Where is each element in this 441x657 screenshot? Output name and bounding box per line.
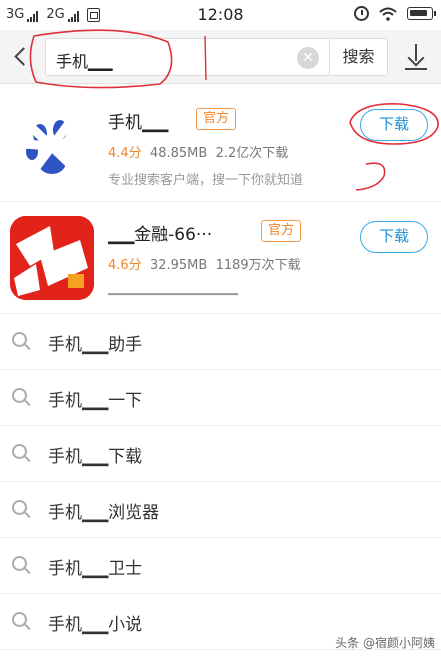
official-badge: 官方 (261, 220, 302, 242)
app-name: 手机▁▁ (108, 113, 169, 133)
app-rating: 4.6分 (108, 258, 142, 273)
search-icon (12, 388, 31, 407)
suggestion-item[interactable]: 手机▁▁卫士 (0, 538, 441, 594)
back-arrow-icon (14, 47, 33, 66)
app-name: ▁▁金融-66··· (108, 225, 213, 245)
suggestion-text: 手机▁▁小说 (48, 615, 143, 635)
paw-logo-icon (10, 104, 94, 188)
app-item[interactable]: ▁▁金融-66··· 官方 4.6分 32.95MB 1189万次下载 ▁▁▁▁… (0, 202, 441, 314)
search-icon (12, 332, 31, 351)
search-icon (12, 556, 31, 575)
suggestion-item[interactable]: 手机▁▁下载 (0, 426, 441, 482)
app-size: 32.95MB (149, 258, 208, 273)
battery-icon (407, 7, 436, 20)
suggestion-item[interactable]: 手机▁▁一下 (0, 370, 441, 426)
suggestion-text: 手机▁▁卫士 (48, 559, 143, 579)
search-input[interactable]: 手机▁▁ ✕ (45, 38, 330, 76)
official-badge: 官方 (196, 108, 237, 130)
suggestion-text: 手机▁▁一下 (48, 391, 143, 411)
app-description: 专业搜索客户端，搜一下你就知道 (108, 173, 304, 188)
app-icon (10, 216, 94, 300)
app-downloads: 1189万次下载 (215, 258, 301, 273)
app-icon (10, 104, 94, 188)
suggestion-item[interactable]: 手机▁▁浏览器 (0, 482, 441, 538)
finance-logo-icon (10, 216, 94, 300)
app-description: ▁▁▁▁▁▁▁▁▁▁▁▁▁ (108, 281, 238, 296)
search-header: 手机▁▁ ✕ 搜索 (0, 30, 441, 84)
app-downloads: 2.2亿次下载 (215, 146, 289, 161)
download-button[interactable]: 下载 (360, 109, 428, 141)
wifi-icon (379, 7, 397, 21)
download-button[interactable]: 下载 (360, 221, 428, 253)
suggestion-text: 手机▁▁浏览器 (48, 503, 160, 523)
status-bar: 3G 2G 12:08 (0, 0, 441, 30)
status-right (354, 6, 436, 21)
search-button[interactable]: 搜索 (330, 38, 388, 76)
suggestion-text: 手机▁▁下载 (48, 447, 143, 467)
search-icon (12, 612, 31, 631)
download-manager-icon[interactable] (402, 42, 432, 72)
app-item[interactable]: 手机▁▁ 官方 4.4分 48.85MB 2.2亿次下载 专业搜索客户端，搜一下… (0, 90, 441, 202)
suggestion-item[interactable]: 手机▁▁助手 (0, 314, 441, 370)
back-button[interactable] (8, 42, 34, 72)
alarm-icon (354, 6, 369, 21)
search-icon (12, 444, 31, 463)
app-size: 48.85MB (149, 146, 208, 161)
clear-icon[interactable]: ✕ (297, 47, 319, 69)
watermark: 头条 @宿颜小阿姨 (335, 636, 435, 650)
app-meta: 4.6分 32.95MB 1189万次下载 (108, 254, 301, 273)
app-meta: 4.4分 48.85MB 2.2亿次下载 (108, 142, 288, 161)
search-query: 手机▁▁ (56, 52, 113, 71)
suggestion-text: 手机▁▁助手 (48, 335, 143, 355)
app-rating: 4.4分 (108, 146, 142, 161)
search-icon (12, 500, 31, 519)
